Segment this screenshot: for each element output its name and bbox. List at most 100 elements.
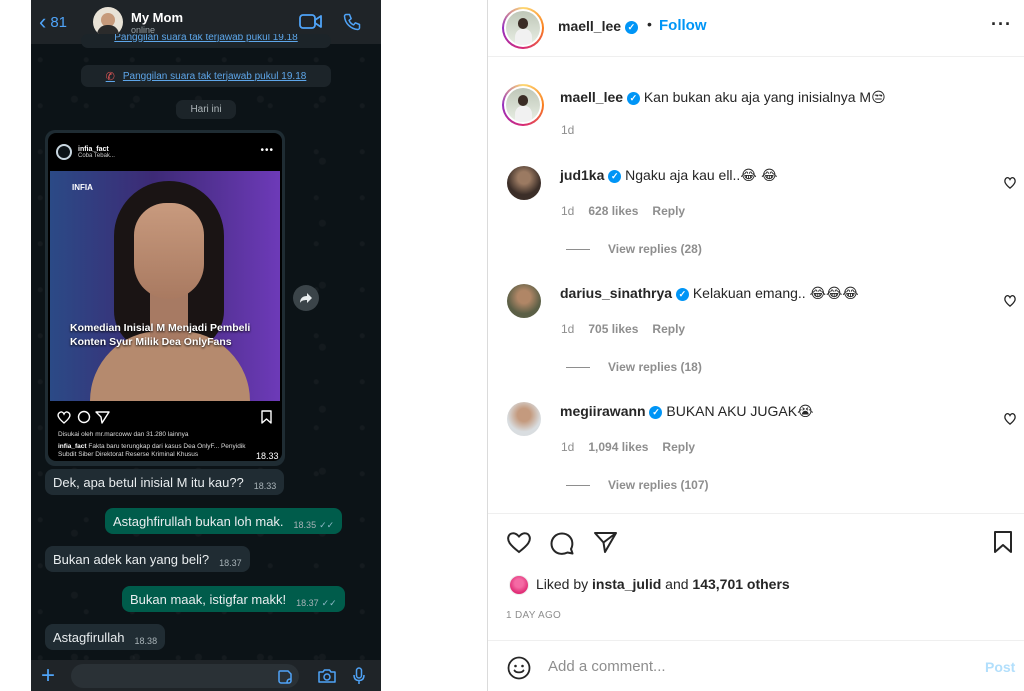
caption-meta: 1d [561,123,575,137]
commenter-avatar[interactable] [507,166,541,200]
shared-post-likes: Disukai oleh mr.marcoww dan 31.280 lainn… [58,431,189,438]
reply-button[interactable]: Reply [662,440,695,454]
shared-post-header: infia_fact Coba Tebak... ••• [48,133,282,171]
date-chip: Hari ini [176,100,236,119]
post-caption: maell_lee ✓ Kan bukan aku aja yang inisi… [560,89,886,106]
heart-icon[interactable] [506,530,532,554]
message-text: Dek, apa betul inisial M itu kau?? [53,474,244,490]
comment-icon[interactable] [549,530,575,556]
contact-avatar[interactable] [93,7,123,37]
contact-name: My Mom [131,9,183,25]
follow-button[interactable]: Follow [659,17,707,34]
heart-icon[interactable] [1003,412,1017,425]
author-avatar[interactable] [502,84,544,126]
comment-meta: 1d 705 likes Reply [561,322,686,336]
view-replies-button[interactable]: View replies (107) [566,478,709,492]
message-time: 18.33 [256,451,279,461]
bookmark-icon[interactable] [993,530,1013,554]
message-text: Bukan adek kan yang beli? [53,551,210,567]
read-receipt-icon: ✓✓ [321,597,337,608]
mic-icon[interactable] [353,667,365,685]
forward-icon [300,293,312,303]
message-incoming[interactable]: Bukan adek kan yang beli? 18.37 [45,546,250,572]
view-replies-button[interactable]: View replies (28) [566,242,702,256]
message-text: Bukan maak, istigfar makk! [130,591,287,607]
shared-instagram-post[interactable]: infia_fact Coba Tebak... ••• INFIA Komed… [45,130,285,466]
shared-post-actions [57,410,272,424]
reply-button[interactable]: Reply [652,204,685,218]
missed-call-icon: ✆ [105,70,115,83]
shared-post-avatar [56,144,72,160]
message-text: Astagfirullah [53,629,125,645]
more-icon[interactable]: ··· [991,14,1012,35]
reply-button[interactable]: Reply [652,322,685,336]
message-composer: + [31,660,381,691]
commenter-username[interactable]: jud1ka [560,167,604,183]
comment: darius_sinathrya ✓ Kelakuan emang.. 😂😂😂 [560,285,859,302]
heart-icon[interactable] [1003,294,1017,307]
author-username[interactable]: maell_lee ✓ [558,18,638,34]
sticker-icon[interactable] [277,669,293,685]
shared-post-image: INFIA Komedian Inisial M Menjadi Pembeli… [50,171,280,401]
commenter-avatar[interactable] [507,284,541,318]
missed-call-text: Panggilan suara tak terjawab pukul 19.18 [114,34,298,43]
comment-icon [77,410,91,424]
chevron-left-icon: ‹ [39,9,47,34]
likes-summary[interactable]: Liked by insta_julid and 143,701 others [536,576,790,592]
unread-count: 81 [50,13,68,31]
share-icon[interactable] [593,530,618,554]
verified-icon: ✓ [675,287,689,301]
view-replies-button[interactable]: View replies (18) [566,360,702,374]
message-outgoing[interactable]: Astaghfirullah bukan loh mak. 18.35 ✓✓ [105,508,343,534]
message-time: 18.37 [296,598,319,608]
comment-meta: 1d 628 likes Reply [561,204,686,218]
message-time: 18.33 [253,481,277,491]
comment: jud1ka ✓ Ngaku aja kau ell..😂 😂 [560,167,778,184]
whatsapp-chat: ‹ 81 My Mom online Panggilan suara tak t… [31,0,381,691]
message-input[interactable] [71,664,299,688]
read-receipt-icon: ✓✓ [319,519,335,530]
commenter-username[interactable]: megiirawann [560,403,646,419]
message-incoming[interactable]: Dek, apa betul inisial M itu kau?? 18.33 [45,469,285,495]
emoji-icon[interactable] [507,656,531,680]
heart-icon[interactable] [1003,176,1017,189]
shared-post-headline: Komedian Inisial M Menjadi Pembeli Konte… [70,322,251,348]
verified-icon: ✓ [649,405,663,419]
comment-likes[interactable]: 1,094 likes [588,440,648,454]
back-button[interactable]: ‹ 81 [39,11,79,33]
plus-icon[interactable]: + [41,662,55,690]
comments-section: maell_lee ✓ Kan bukan aku aja yang inisi… [488,58,1024,513]
camera-icon[interactable] [317,668,337,684]
contact-info[interactable]: My Mom online [131,10,183,35]
heart-icon [57,411,71,424]
missed-call-notice[interactable]: Panggilan suara tak terjawab pukul 19.18 [81,34,331,48]
contact-status: online [131,24,156,35]
message-time: 18.37 [219,558,242,568]
shared-post-text: infia_fact Fakta baru terungkap dari kas… [58,443,246,458]
comment-input[interactable] [548,655,968,677]
comment-likes[interactable]: 705 likes [588,322,638,336]
message-time: 18.38 [134,636,158,646]
phone-icon[interactable] [342,12,362,32]
commenter-avatar[interactable] [507,402,541,436]
liker-avatar[interactable] [509,575,529,595]
verified-icon: ✓ [608,169,622,183]
message-incoming[interactable]: Astagfirullah 18.38 [45,624,166,650]
comment-composer: Post [488,640,1024,691]
comment-likes[interactable]: 628 likes [588,204,638,218]
share-icon [95,411,110,424]
comment-meta: 1d 1,094 likes Reply [561,440,696,454]
video-call-icon[interactable] [299,13,323,30]
author-avatar[interactable] [502,7,544,49]
post-date: 1 DAY AGO [506,610,562,621]
missed-call-text: Panggilan suara tak terjawab pukul 19.18 [122,70,307,82]
missed-call-notice[interactable]: ✆ Panggilan suara tak terjawab pukul 19.… [81,65,331,87]
verified-icon: ✓ [626,91,640,105]
instagram-post-panel: maell_lee ✓ • Follow ··· maell_lee ✓ Kan… [487,0,1024,691]
message-outgoing[interactable]: Bukan maak, istigfar makk! 18.37 ✓✓ [122,586,345,612]
commenter-username[interactable]: darius_sinathrya [560,285,672,301]
post-comment-button[interactable]: Post [985,659,1015,675]
forward-button[interactable] [293,285,319,311]
shared-post-logo: INFIA [72,183,93,192]
message-time: 18.35 [293,520,317,530]
